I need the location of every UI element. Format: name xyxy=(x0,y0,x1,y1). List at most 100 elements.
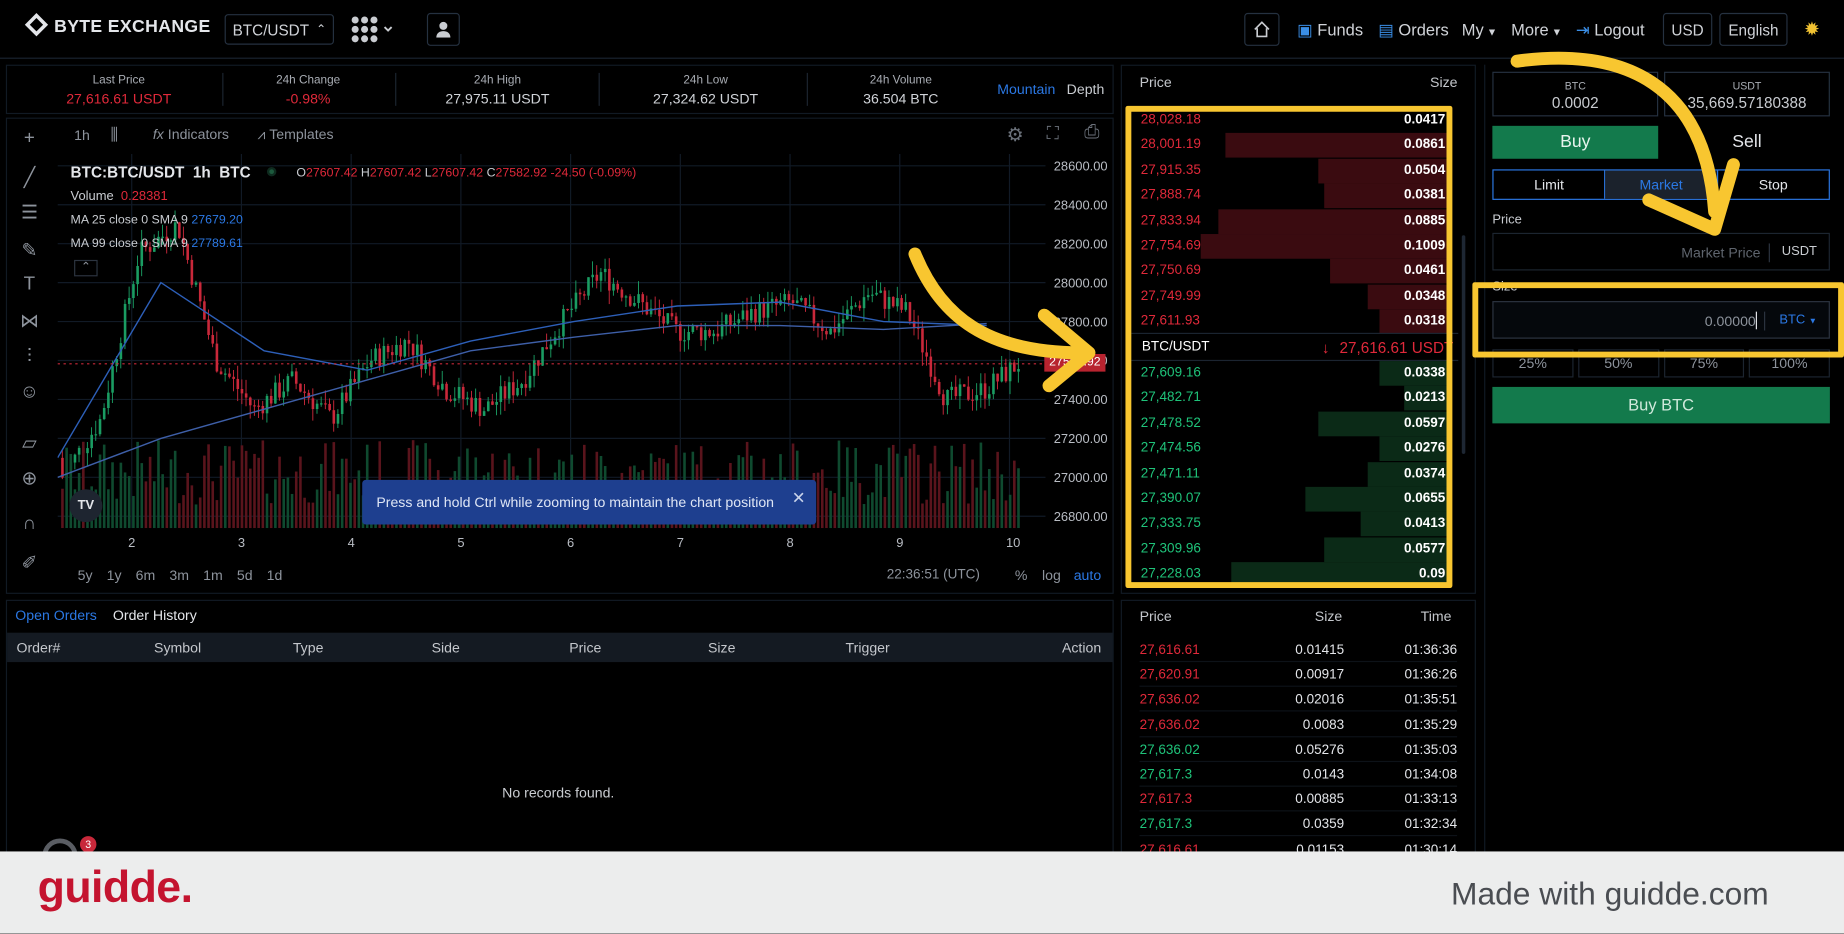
indicators-button[interactable]: fx Indicators xyxy=(153,126,229,142)
range-6m[interactable]: 6m xyxy=(136,567,156,583)
apps-grid-icon[interactable] xyxy=(350,15,397,49)
emoji-icon[interactable]: ☺ xyxy=(16,382,42,408)
candle-body xyxy=(537,360,540,366)
candle-body xyxy=(340,392,344,414)
zoom-icon[interactable]: ⊕ xyxy=(16,467,42,493)
trade-size: 0.0143 xyxy=(1302,767,1345,783)
guidde-logo: guidde. xyxy=(37,863,193,913)
divider xyxy=(1768,243,1770,263)
fullscreen-icon[interactable]: ⛶ xyxy=(1047,123,1059,143)
text-icon[interactable]: T xyxy=(16,274,42,300)
x-tick-label: 3 xyxy=(238,535,245,550)
tab-order-history[interactable]: Order History xyxy=(113,607,197,623)
candle-body xyxy=(737,319,741,324)
candle-body xyxy=(311,398,315,410)
nav-funds[interactable]: ▣ Funds xyxy=(1297,20,1363,40)
trade-size: 0.01415 xyxy=(1295,643,1345,658)
percent-scale-toggle[interactable]: % xyxy=(1015,567,1028,583)
ruler-icon[interactable]: ▱ xyxy=(16,432,42,458)
brush-icon[interactable]: ✎ xyxy=(16,239,42,265)
range-1m[interactable]: 1m xyxy=(203,567,223,583)
candle-body xyxy=(107,392,110,408)
y-tick-label: 26800.00 xyxy=(1054,509,1108,524)
screenshot-camera-icon[interactable]: ⎙ xyxy=(1084,122,1099,143)
tab-open-orders[interactable]: Open Orders xyxy=(15,607,97,623)
volume-bar xyxy=(299,456,302,529)
tab-mountain[interactable]: Mountain xyxy=(997,81,1055,97)
exchange-logo[interactable]: BYTE EXCHANGE xyxy=(24,13,210,36)
pair-selector[interactable]: BTC/USDT ⌃ xyxy=(224,14,334,45)
volume-bar xyxy=(219,465,223,529)
volume-bar xyxy=(311,502,315,529)
home-button[interactable] xyxy=(1244,12,1280,46)
trade-price: 27,617.3 xyxy=(1139,817,1193,832)
col-order-number: Order# xyxy=(16,639,61,657)
volume-bar xyxy=(879,465,883,529)
pattern-icon[interactable]: ⋈ xyxy=(16,309,42,335)
candle-body xyxy=(461,386,465,400)
volume-bar xyxy=(340,458,344,529)
volume-bar xyxy=(912,444,916,529)
crosshair-icon[interactable]: + xyxy=(16,128,42,154)
candle-body xyxy=(545,347,549,350)
volume-bar xyxy=(887,447,891,529)
candle-body xyxy=(679,323,682,341)
volume-bar xyxy=(975,487,979,529)
candle-body xyxy=(741,310,745,320)
candle-body xyxy=(620,289,624,298)
lock-draw-icon[interactable]: ✐ xyxy=(16,552,42,578)
candle-body xyxy=(482,411,486,416)
orderbook-scrollbar[interactable] xyxy=(1461,235,1466,454)
candle-body xyxy=(319,403,323,405)
candle-body xyxy=(520,384,523,389)
forecast-icon[interactable]: ⫶ xyxy=(16,347,42,373)
tab-depth[interactable]: Depth xyxy=(1067,81,1105,97)
volume-legend: Volume 0.28381 xyxy=(70,189,168,204)
templates-button[interactable]: ⩘ Templates xyxy=(258,126,334,144)
volume-bar xyxy=(829,490,832,529)
interval-button[interactable]: 1h xyxy=(74,127,90,143)
candle-body xyxy=(866,295,870,298)
nav-my[interactable]: My ▼ xyxy=(1462,20,1497,39)
theme-sun-icon[interactable]: ✹ xyxy=(1804,18,1820,42)
candle-body xyxy=(553,337,557,345)
candle-body xyxy=(754,308,757,323)
range-5d[interactable]: 5d xyxy=(237,567,253,583)
candle-body xyxy=(850,305,853,310)
trade-size: 0.05276 xyxy=(1295,743,1345,758)
tradingview-logo[interactable]: TV xyxy=(69,489,103,523)
candle-body xyxy=(708,330,711,337)
candle-body xyxy=(457,386,461,399)
nav-orders[interactable]: ▤ Orders xyxy=(1378,20,1448,40)
volume-bar xyxy=(971,459,974,529)
candle-body xyxy=(86,448,89,454)
settings-gear-icon[interactable]: ⚙ xyxy=(1007,123,1024,147)
ma25-legend: MA 25 close 0 SMA 9 27679.20 xyxy=(70,212,243,227)
fib-icon[interactable]: ☰ xyxy=(16,201,42,227)
volume-bar xyxy=(841,496,845,529)
candle-style-icon[interactable]: ⫼ xyxy=(111,125,119,145)
volume-bar xyxy=(286,477,290,529)
user-avatar-button[interactable] xyxy=(426,12,460,46)
candle-body xyxy=(745,310,749,321)
close-icon[interactable]: ✕ xyxy=(792,488,806,508)
range-1d[interactable]: 1d xyxy=(267,567,283,583)
trendline-icon[interactable]: ╱ xyxy=(16,166,42,192)
log-scale-toggle[interactable]: log xyxy=(1042,567,1061,583)
buy-btc-button[interactable]: Buy BTC xyxy=(1492,386,1830,424)
trade-price: 27,620.91 xyxy=(1139,668,1200,683)
candle-body xyxy=(336,413,340,424)
volume-bar xyxy=(115,498,119,529)
magnet-icon[interactable]: ∩ xyxy=(16,514,42,540)
range-1y[interactable]: 1y xyxy=(107,567,122,583)
candle-body xyxy=(486,401,490,412)
price-placeholder: Market Price xyxy=(1681,244,1761,262)
collapse-legend-button[interactable]: ⌃ xyxy=(74,259,98,277)
candle-body xyxy=(77,447,81,455)
y-tick-label: 27000.00 xyxy=(1054,470,1108,485)
range-5y[interactable]: 5y xyxy=(78,567,93,583)
volume-bar xyxy=(871,492,874,529)
range-3m[interactable]: 3m xyxy=(169,567,189,583)
auto-scale-toggle[interactable]: auto xyxy=(1074,567,1101,583)
volume-bar xyxy=(111,462,114,529)
